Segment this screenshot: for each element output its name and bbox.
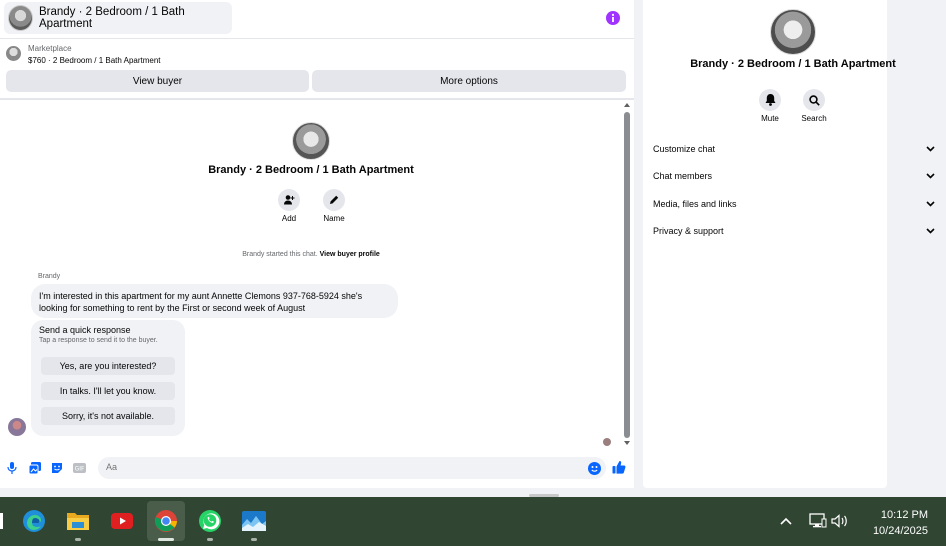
chevron-down-icon: [926, 228, 935, 234]
listing-summary[interactable]: $760 · 2 Bedroom / 1 Bath Apartment: [28, 56, 161, 65]
seen-avatar: [603, 438, 611, 446]
info-icon[interactable]: [606, 11, 620, 25]
chevron-up-icon[interactable]: [774, 509, 798, 533]
clock-time: 10:12 PM: [880, 509, 928, 521]
started-text: Brandy started this chat.: [242, 251, 318, 258]
chevron-down-icon: [926, 201, 935, 207]
microphone-icon[interactable]: [7, 462, 17, 474]
chat-members-label: Chat members: [653, 171, 713, 181]
chat-info-panel: Brandy · 2 Bedroom / 1 Bath Apartment Mu…: [643, 0, 935, 488]
search-icon: [808, 94, 820, 106]
add-label: Add: [281, 214, 297, 223]
quick-response-title: Send a quick response: [39, 325, 131, 335]
volume-icon[interactable]: [828, 509, 852, 533]
view-buyer-profile-link[interactable]: View buyer profile: [320, 251, 380, 258]
message-input-container[interactable]: [98, 457, 606, 479]
name-button[interactable]: [323, 189, 345, 211]
chat-title-button[interactable]: Brandy · 2 Bedroom / 1 Bath Apartment: [4, 2, 232, 34]
taskbar-edge: [0, 513, 3, 529]
sender-avatar[interactable]: [8, 418, 26, 436]
photos-icon[interactable]: [242, 509, 266, 533]
sticker-icon[interactable]: [51, 462, 63, 474]
header-divider: [0, 38, 634, 39]
add-person-icon: [283, 194, 295, 206]
listing-avatar: [8, 5, 33, 31]
media-files-links-row[interactable]: Media, files and links: [653, 192, 935, 216]
quick-reply-yes-button[interactable]: Yes, are you interested?: [41, 357, 175, 375]
add-button[interactable]: [278, 189, 300, 211]
window-bottom-edge: [0, 488, 946, 497]
message-bubble: I'm interested in this apartment for my …: [31, 284, 398, 318]
file-explorer-running-indicator: [75, 538, 81, 541]
chat-title: Brandy · 2 Bedroom / 1 Bath Apartment: [39, 6, 185, 30]
quick-response-box: Send a quick response Tap a response to …: [31, 320, 185, 436]
quick-reply-unavailable-button[interactable]: Sorry, it's not available.: [41, 407, 175, 425]
info-name: Brandy · 2 Bedroom / 1 Bath Apartment: [690, 58, 896, 70]
quick-reply-talks-button[interactable]: In talks. I'll let you know.: [41, 382, 175, 400]
whatsapp-icon[interactable]: [198, 509, 222, 533]
listing-thumbnail[interactable]: [6, 46, 21, 61]
photo-icon[interactable]: [29, 462, 41, 474]
name-label: Name: [323, 214, 345, 223]
taskbar: 10:12 PM 10/24/2025: [0, 497, 946, 546]
youtube-icon[interactable]: [110, 509, 134, 533]
chat-started-notice: Brandy started this chat. View buyer pro…: [0, 251, 622, 258]
mute-label: Mute: [761, 114, 779, 123]
network-icon[interactable]: [806, 509, 830, 533]
chevron-down-icon: [926, 173, 935, 179]
message-input[interactable]: [106, 462, 598, 472]
file-explorer-icon[interactable]: [66, 509, 90, 533]
toolbar-divider: [0, 98, 634, 100]
privacy-support-label: Privacy & support: [653, 226, 724, 236]
search-button[interactable]: [803, 89, 825, 111]
info-avatar[interactable]: [770, 9, 816, 55]
mute-button[interactable]: [759, 89, 781, 111]
chat-panel: Brandy · 2 Bedroom / 1 Bath Apartment Ma…: [0, 0, 634, 488]
gif-icon[interactable]: GIF: [73, 463, 86, 473]
photos-running-indicator: [251, 538, 257, 541]
sender-name: Brandy: [38, 273, 61, 280]
system-clock[interactable]: 10:12 PM 10/24/2025: [873, 507, 928, 539]
pencil-icon: [328, 194, 340, 206]
chrome-icon[interactable]: [154, 509, 178, 533]
customize-chat-label: Customize chat: [653, 144, 716, 154]
emoji-icon[interactable]: [588, 462, 601, 475]
whatsapp-running-indicator: [207, 538, 213, 541]
chat-avatar[interactable]: [292, 122, 330, 160]
more-options-button[interactable]: More options: [312, 70, 626, 92]
customize-chat-row[interactable]: Customize chat: [653, 137, 935, 161]
scroll-thumb[interactable]: [624, 112, 630, 438]
privacy-support-row[interactable]: Privacy & support: [653, 219, 935, 243]
quick-response-subtitle: Tap a response to send it to the buyer.: [39, 337, 158, 344]
clock-date: 10/24/2025: [872, 525, 928, 537]
search-label: Search: [801, 114, 827, 123]
chevron-down-icon: [926, 146, 935, 152]
svg-text:GIF: GIF: [75, 466, 85, 473]
marketplace-label: Marketplace: [28, 44, 72, 53]
view-buyer-button[interactable]: View buyer: [6, 70, 309, 92]
chat-members-row[interactable]: Chat members: [653, 164, 935, 188]
edge-icon[interactable]: [22, 509, 46, 533]
chrome-active-indicator: [158, 538, 174, 541]
chat-center-name: Brandy · 2 Bedroom / 1 Bath Apartment: [208, 164, 414, 176]
bell-icon: [765, 94, 776, 106]
media-files-links-label: Media, files and links: [653, 199, 737, 209]
thumbs-up-icon[interactable]: [612, 460, 626, 474]
